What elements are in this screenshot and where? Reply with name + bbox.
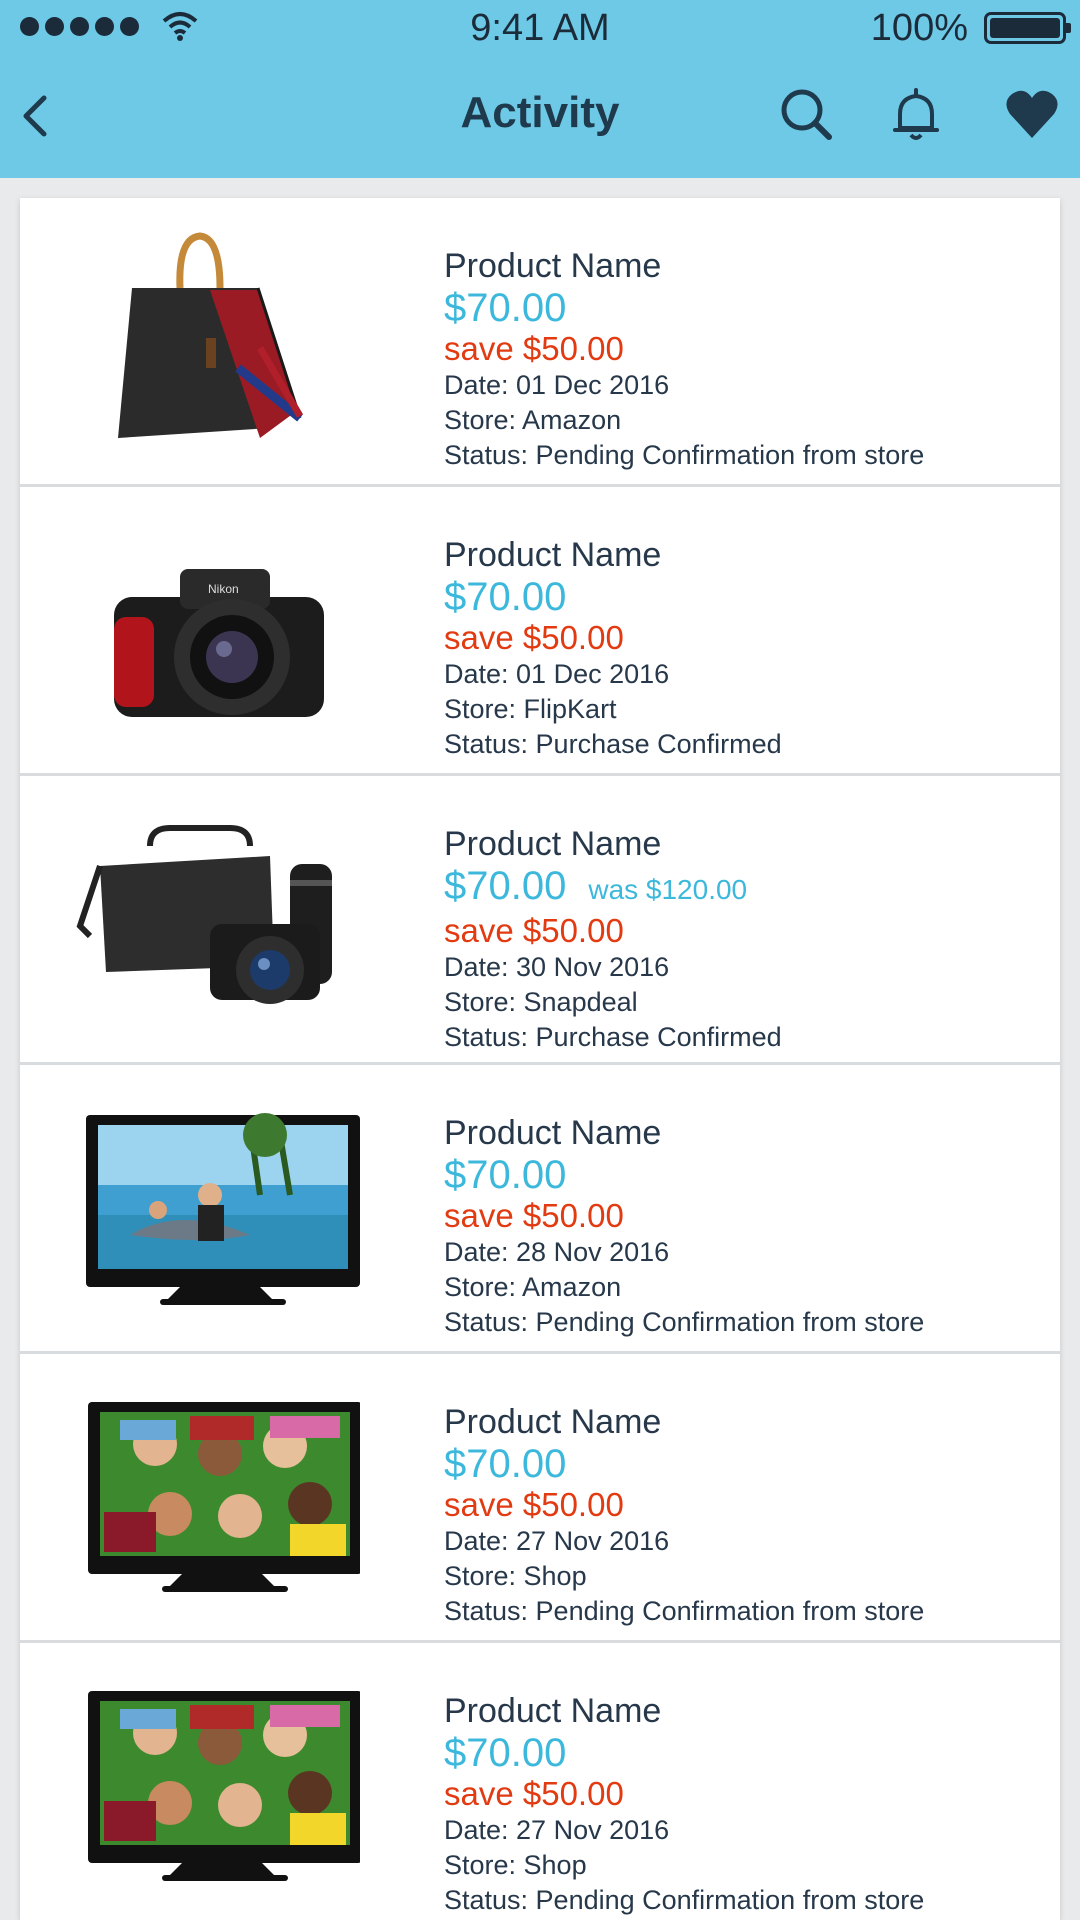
order-date: Date: 27 Nov 2016 (444, 1526, 670, 1556)
savings-text: save $50.00 (444, 1775, 624, 1812)
list-item[interactable]: Product Name $70.00 save $50.00 Date: 01… (20, 198, 1060, 487)
store-name: Store: Shop (444, 1561, 587, 1591)
savings-text: save $50.00 (444, 1197, 624, 1234)
order-date: Date: 01 Dec 2016 (444, 370, 670, 400)
product-price: $70.00 (444, 286, 567, 330)
bell-icon[interactable] (886, 84, 946, 144)
store-name: Store: Shop (444, 1850, 587, 1880)
item-info: Product Name $70.00 save $50.00 Date: 01… (444, 246, 924, 473)
product-image-tv-kids (88, 1402, 360, 1592)
order-date: Date: 01 Dec 2016 (444, 659, 670, 689)
item-info: Product Name $70.00 save $50.00 Date: 27… (444, 1402, 924, 1629)
list-item[interactable]: Product Name $70.00 was $120.00 save $50… (20, 776, 1060, 1065)
search-icon[interactable] (776, 84, 836, 144)
order-status: Status: Pending Confirmation from store (444, 1885, 925, 1915)
battery-icon (984, 12, 1071, 44)
heart-icon[interactable] (1002, 84, 1062, 144)
product-image-camera: Nikon (114, 569, 324, 717)
product-price: $70.00 (444, 1153, 567, 1197)
order-status: Status: Purchase Confirmed (444, 1022, 782, 1052)
savings-text: save $50.00 (444, 330, 624, 367)
order-status: Status: Pending Confirmation from store (444, 440, 925, 470)
item-info: Product Name $70.00 save $50.00 Date: 01… (444, 535, 782, 762)
activity-list[interactable]: Product Name $70.00 save $50.00 Date: 01… (20, 198, 1060, 1920)
product-name: Product Name (444, 1114, 662, 1152)
store-name: Store: Snapdeal (444, 987, 638, 1017)
price-row: $70.00 (444, 1442, 924, 1486)
order-date: Date: 28 Nov 2016 (444, 1237, 670, 1267)
savings-text: save $50.00 (444, 619, 624, 656)
product-image-tv-dolphin (86, 1113, 360, 1305)
list-item[interactable]: Nikon Product Name $70.00 save $50.00 Da… (20, 487, 1060, 776)
order-date: Date: 27 Nov 2016 (444, 1815, 670, 1845)
item-info: Product Name $70.00 save $50.00 Date: 28… (444, 1113, 924, 1340)
price-row: $70.00 (444, 1153, 924, 1197)
list-item[interactable]: Product Name $70.00 save $50.00 Date: 27… (20, 1354, 1060, 1643)
svg-text:Nikon: Nikon (208, 582, 239, 596)
order-status: Status: Pending Confirmation from store (444, 1307, 925, 1337)
product-name: Product Name (444, 1692, 662, 1730)
product-price: $70.00 (444, 575, 567, 619)
product-price: $70.00 (444, 1442, 567, 1486)
list-item[interactable]: Product Name $70.00 save $50.00 Date: 27… (20, 1643, 1060, 1920)
order-status: Status: Purchase Confirmed (444, 729, 782, 759)
product-name: Product Name (444, 825, 662, 863)
nav-bar: Activity (0, 56, 1080, 178)
battery-percentage: 100% (870, 7, 968, 49)
status-bar: 9:41 AM 100% (0, 0, 1080, 56)
store-name: Store: FlipKart (444, 694, 617, 724)
product-image-camera-kit (76, 825, 332, 1004)
product-image-tv-kids (88, 1691, 360, 1881)
order-status: Status: Pending Confirmation from store (444, 1596, 925, 1626)
product-image-handbag (118, 232, 304, 438)
price-row: $70.00 (444, 1731, 924, 1775)
store-name: Store: Amazon (444, 405, 622, 435)
price-row: $70.00 was $120.00 (444, 864, 782, 912)
savings-text: save $50.00 (444, 1486, 624, 1523)
product-price: $70.00 (444, 864, 567, 908)
order-date: Date: 30 Nov 2016 (444, 952, 670, 982)
price-row: $70.00 (444, 575, 782, 619)
list-item[interactable]: Product Name $70.00 save $50.00 Date: 28… (20, 1065, 1060, 1354)
item-info: Product Name $70.00 was $120.00 save $50… (444, 824, 782, 1055)
price-row: $70.00 (444, 286, 924, 330)
app-header: 9:41 AM 100% Activity (0, 0, 1080, 178)
original-price: was $120.00 (588, 874, 748, 905)
product-name: Product Name (444, 536, 662, 574)
item-info: Product Name $70.00 save $50.00 Date: 27… (444, 1691, 924, 1918)
savings-text: save $50.00 (444, 912, 624, 949)
product-price: $70.00 (444, 1731, 567, 1775)
store-name: Store: Amazon (444, 1272, 622, 1302)
product-name: Product Name (444, 247, 662, 285)
product-name: Product Name (444, 1403, 662, 1441)
